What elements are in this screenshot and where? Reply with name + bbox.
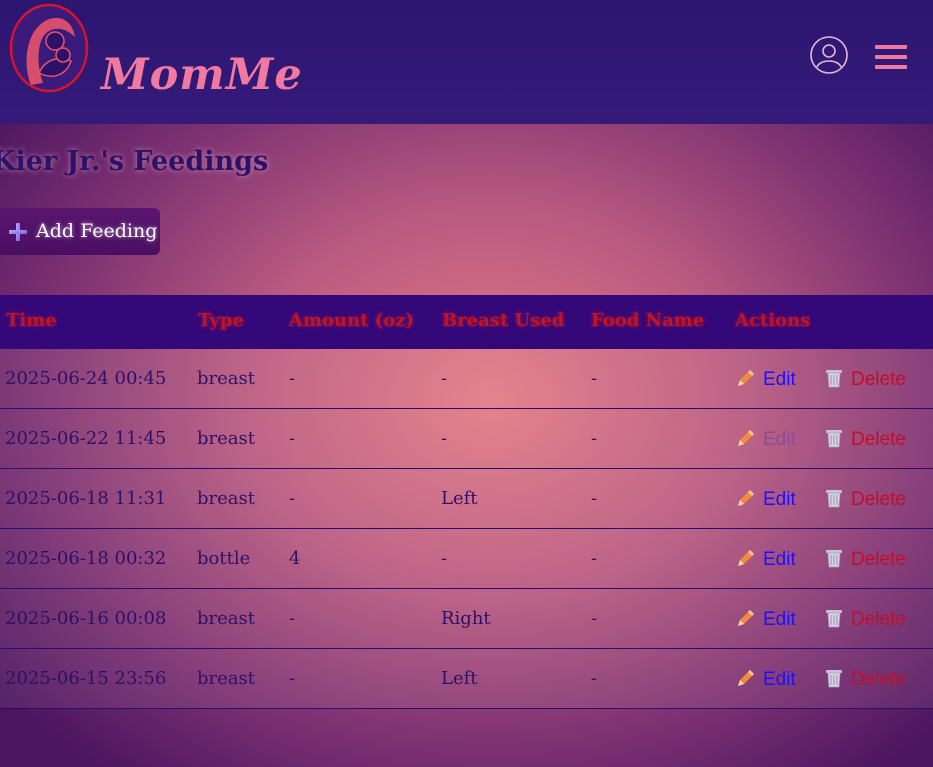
edit-label: Edit [763,669,796,690]
edit-button[interactable]: Edit [735,667,796,691]
cell-food-name: - [591,488,598,509]
cell-type: breast [197,368,255,389]
table-row: 2025-06-24 00:45 breast - - - Edit Delet… [0,349,933,409]
add-feeding-button[interactable]: Add Feeding [0,208,160,255]
delete-button[interactable]: Delete [823,367,906,391]
cell-breast-used: - [441,368,448,389]
cell-amount: - [289,488,296,509]
cell-type: bottle [197,548,251,569]
add-feeding-label: Add Feeding [36,220,158,242]
cell-time: 2025-06-18 11:31 [5,488,167,509]
table-header: Time Type Amount (oz) Breast Used Food N… [0,295,933,349]
column-header-food-name: Food Name [591,310,705,331]
column-header-amount: Amount (oz) [289,310,415,331]
edit-label: Edit [763,609,796,630]
cell-food-name: - [591,368,598,389]
cell-type: breast [197,668,255,689]
column-header-breast-used: Breast Used [442,310,565,331]
cell-breast-used: - [441,548,448,569]
pencil-icon [738,370,754,386]
cell-time: 2025-06-15 23:56 [5,668,167,689]
delete-label: Delete [851,489,906,510]
trash-icon [826,670,842,688]
cell-food-name: - [591,668,598,689]
cell-breast-used: Left [441,488,478,509]
table-row: 2025-06-22 11:45 breast - - - Edit Delet… [0,409,933,469]
cell-type: breast [197,608,255,629]
cell-breast-used: Right [441,608,491,629]
delete-label: Delete [851,669,906,690]
table-row: 2025-06-18 00:32 bottle 4 - - Edit Delet… [0,529,933,589]
table-row: 2025-06-18 11:31 breast - Left - Edit De… [0,469,933,529]
brand-name[interactable]: MomMe [101,50,303,100]
cell-time: 2025-06-16 00:08 [5,608,167,629]
pencil-icon [738,430,754,446]
cell-type: breast [197,428,255,449]
mother-baby-logo-icon[interactable] [9,3,89,93]
trash-icon [826,370,842,388]
cell-type: breast [197,488,255,509]
delete-label: Delete [851,609,906,630]
edit-button[interactable]: Edit [735,547,796,571]
column-header-type: Type [198,310,244,331]
top-navbar: MomMe [0,0,933,124]
trash-icon [826,490,842,508]
column-header-actions: Actions [735,310,811,331]
table-row: 2025-06-16 00:08 breast - Right - Edit D… [0,589,933,649]
table-row: 2025-06-15 23:56 breast - Left - Edit De… [0,649,933,709]
delete-button[interactable]: Delete [823,607,906,631]
edit-button[interactable]: Edit [735,487,796,511]
delete-button[interactable]: Delete [823,667,906,691]
cell-amount: - [289,668,296,689]
cell-time: 2025-06-18 00:32 [5,548,167,569]
user-circle-icon[interactable] [809,35,849,75]
delete-label: Delete [851,549,906,570]
cell-amount: - [289,368,296,389]
cell-amount: - [289,608,296,629]
trash-icon [826,610,842,628]
cell-time: 2025-06-22 11:45 [5,428,167,449]
edit-button[interactable]: Edit [735,427,796,451]
pencil-icon [738,550,754,566]
edit-button[interactable]: Edit [735,607,796,631]
cell-amount: - [289,428,296,449]
column-header-time: Time [6,310,57,331]
pencil-icon [738,670,754,686]
edit-label: Edit [763,369,796,390]
page-background-footer [0,706,933,767]
cell-breast-used: - [441,428,448,449]
edit-label: Edit [763,429,796,450]
edit-button[interactable]: Edit [735,367,796,391]
edit-label: Edit [763,489,796,510]
trash-icon [826,430,842,448]
cell-time: 2025-06-24 00:45 [5,368,167,389]
plus-icon [9,223,27,241]
trash-icon [826,550,842,568]
feedings-table: Time Type Amount (oz) Breast Used Food N… [0,295,933,709]
delete-label: Delete [851,369,906,390]
delete-button[interactable]: Delete [823,547,906,571]
cell-amount: 4 [289,548,301,569]
delete-button[interactable]: Delete [823,487,906,511]
cell-food-name: - [591,428,598,449]
cell-breast-used: Left [441,668,478,689]
cell-food-name: - [591,548,598,569]
pencil-icon [738,610,754,626]
edit-label: Edit [763,549,796,570]
delete-button[interactable]: Delete [823,427,906,451]
cell-food-name: - [591,608,598,629]
delete-label: Delete [851,429,906,450]
hamburger-menu-icon[interactable] [873,43,909,71]
page-title: Kier Jr.'s Feedings [0,146,269,177]
pencil-icon [738,490,754,506]
